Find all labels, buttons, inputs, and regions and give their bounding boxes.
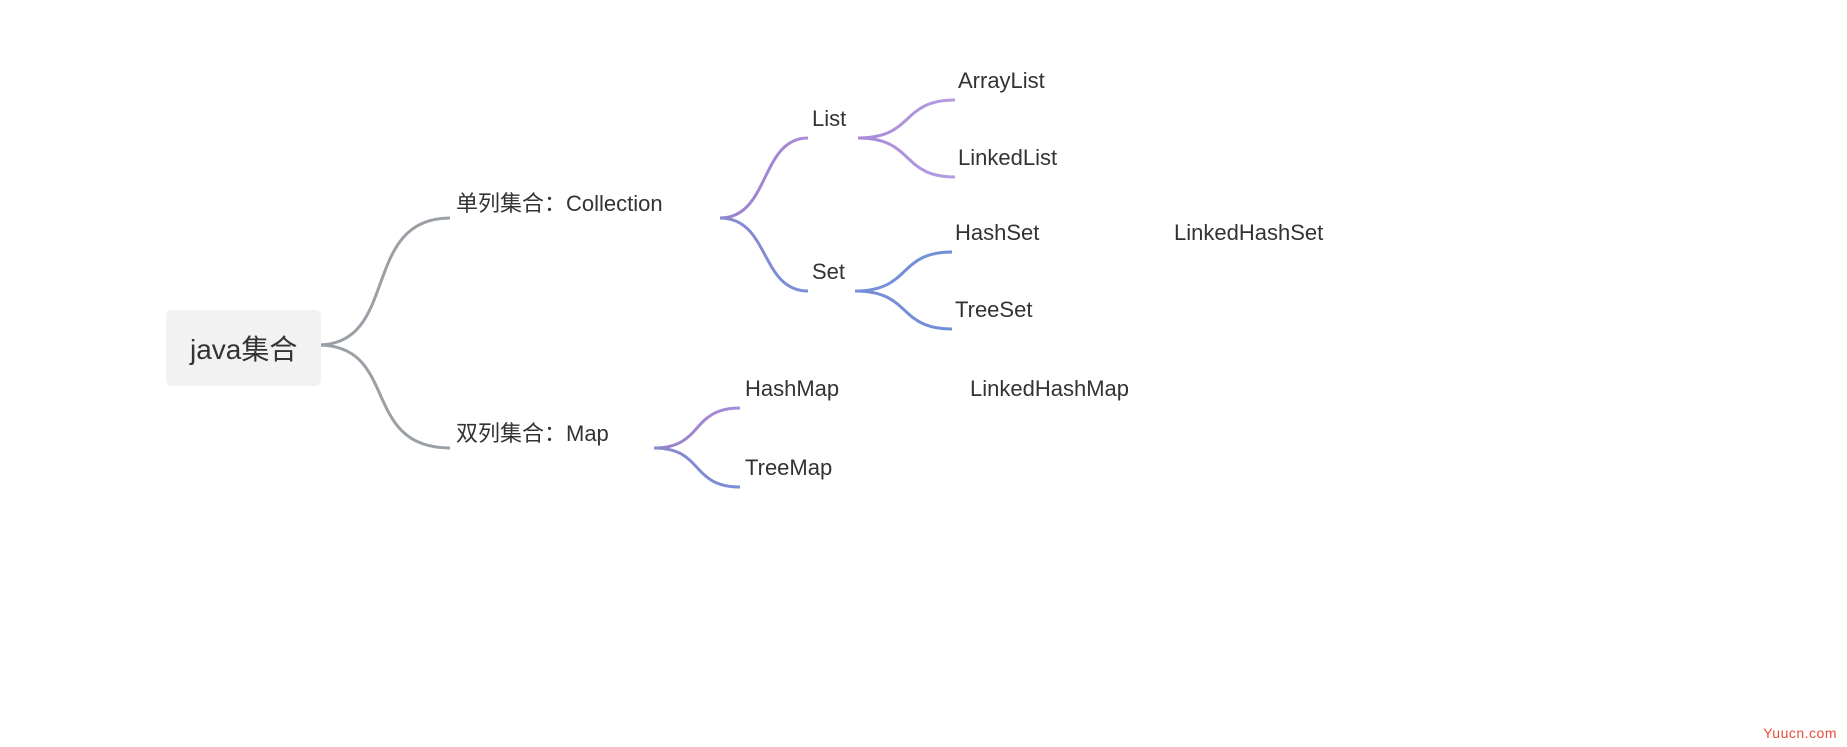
node-arraylist[interactable]: ArrayList — [958, 68, 1045, 94]
node-linkedhashset[interactable]: LinkedHashSet — [1174, 220, 1323, 246]
node-collection[interactable]: 单列集合：Collection — [456, 186, 663, 218]
node-hashmap[interactable]: HashMap — [745, 376, 839, 402]
node-map[interactable]: 双列集合：Map — [456, 416, 609, 448]
node-treemap[interactable]: TreeMap — [745, 455, 832, 481]
node-list[interactable]: List — [812, 106, 846, 132]
watermark: Yuucn.com — [1763, 725, 1837, 741]
node-linkedlist[interactable]: LinkedList — [958, 145, 1057, 171]
node-hashset[interactable]: HashSet — [955, 220, 1039, 246]
node-treeset[interactable]: TreeSet — [955, 297, 1032, 323]
node-linkedhashmap[interactable]: LinkedHashMap — [970, 376, 1129, 402]
node-set[interactable]: Set — [812, 259, 845, 285]
root-node[interactable]: java集合 — [166, 310, 321, 386]
